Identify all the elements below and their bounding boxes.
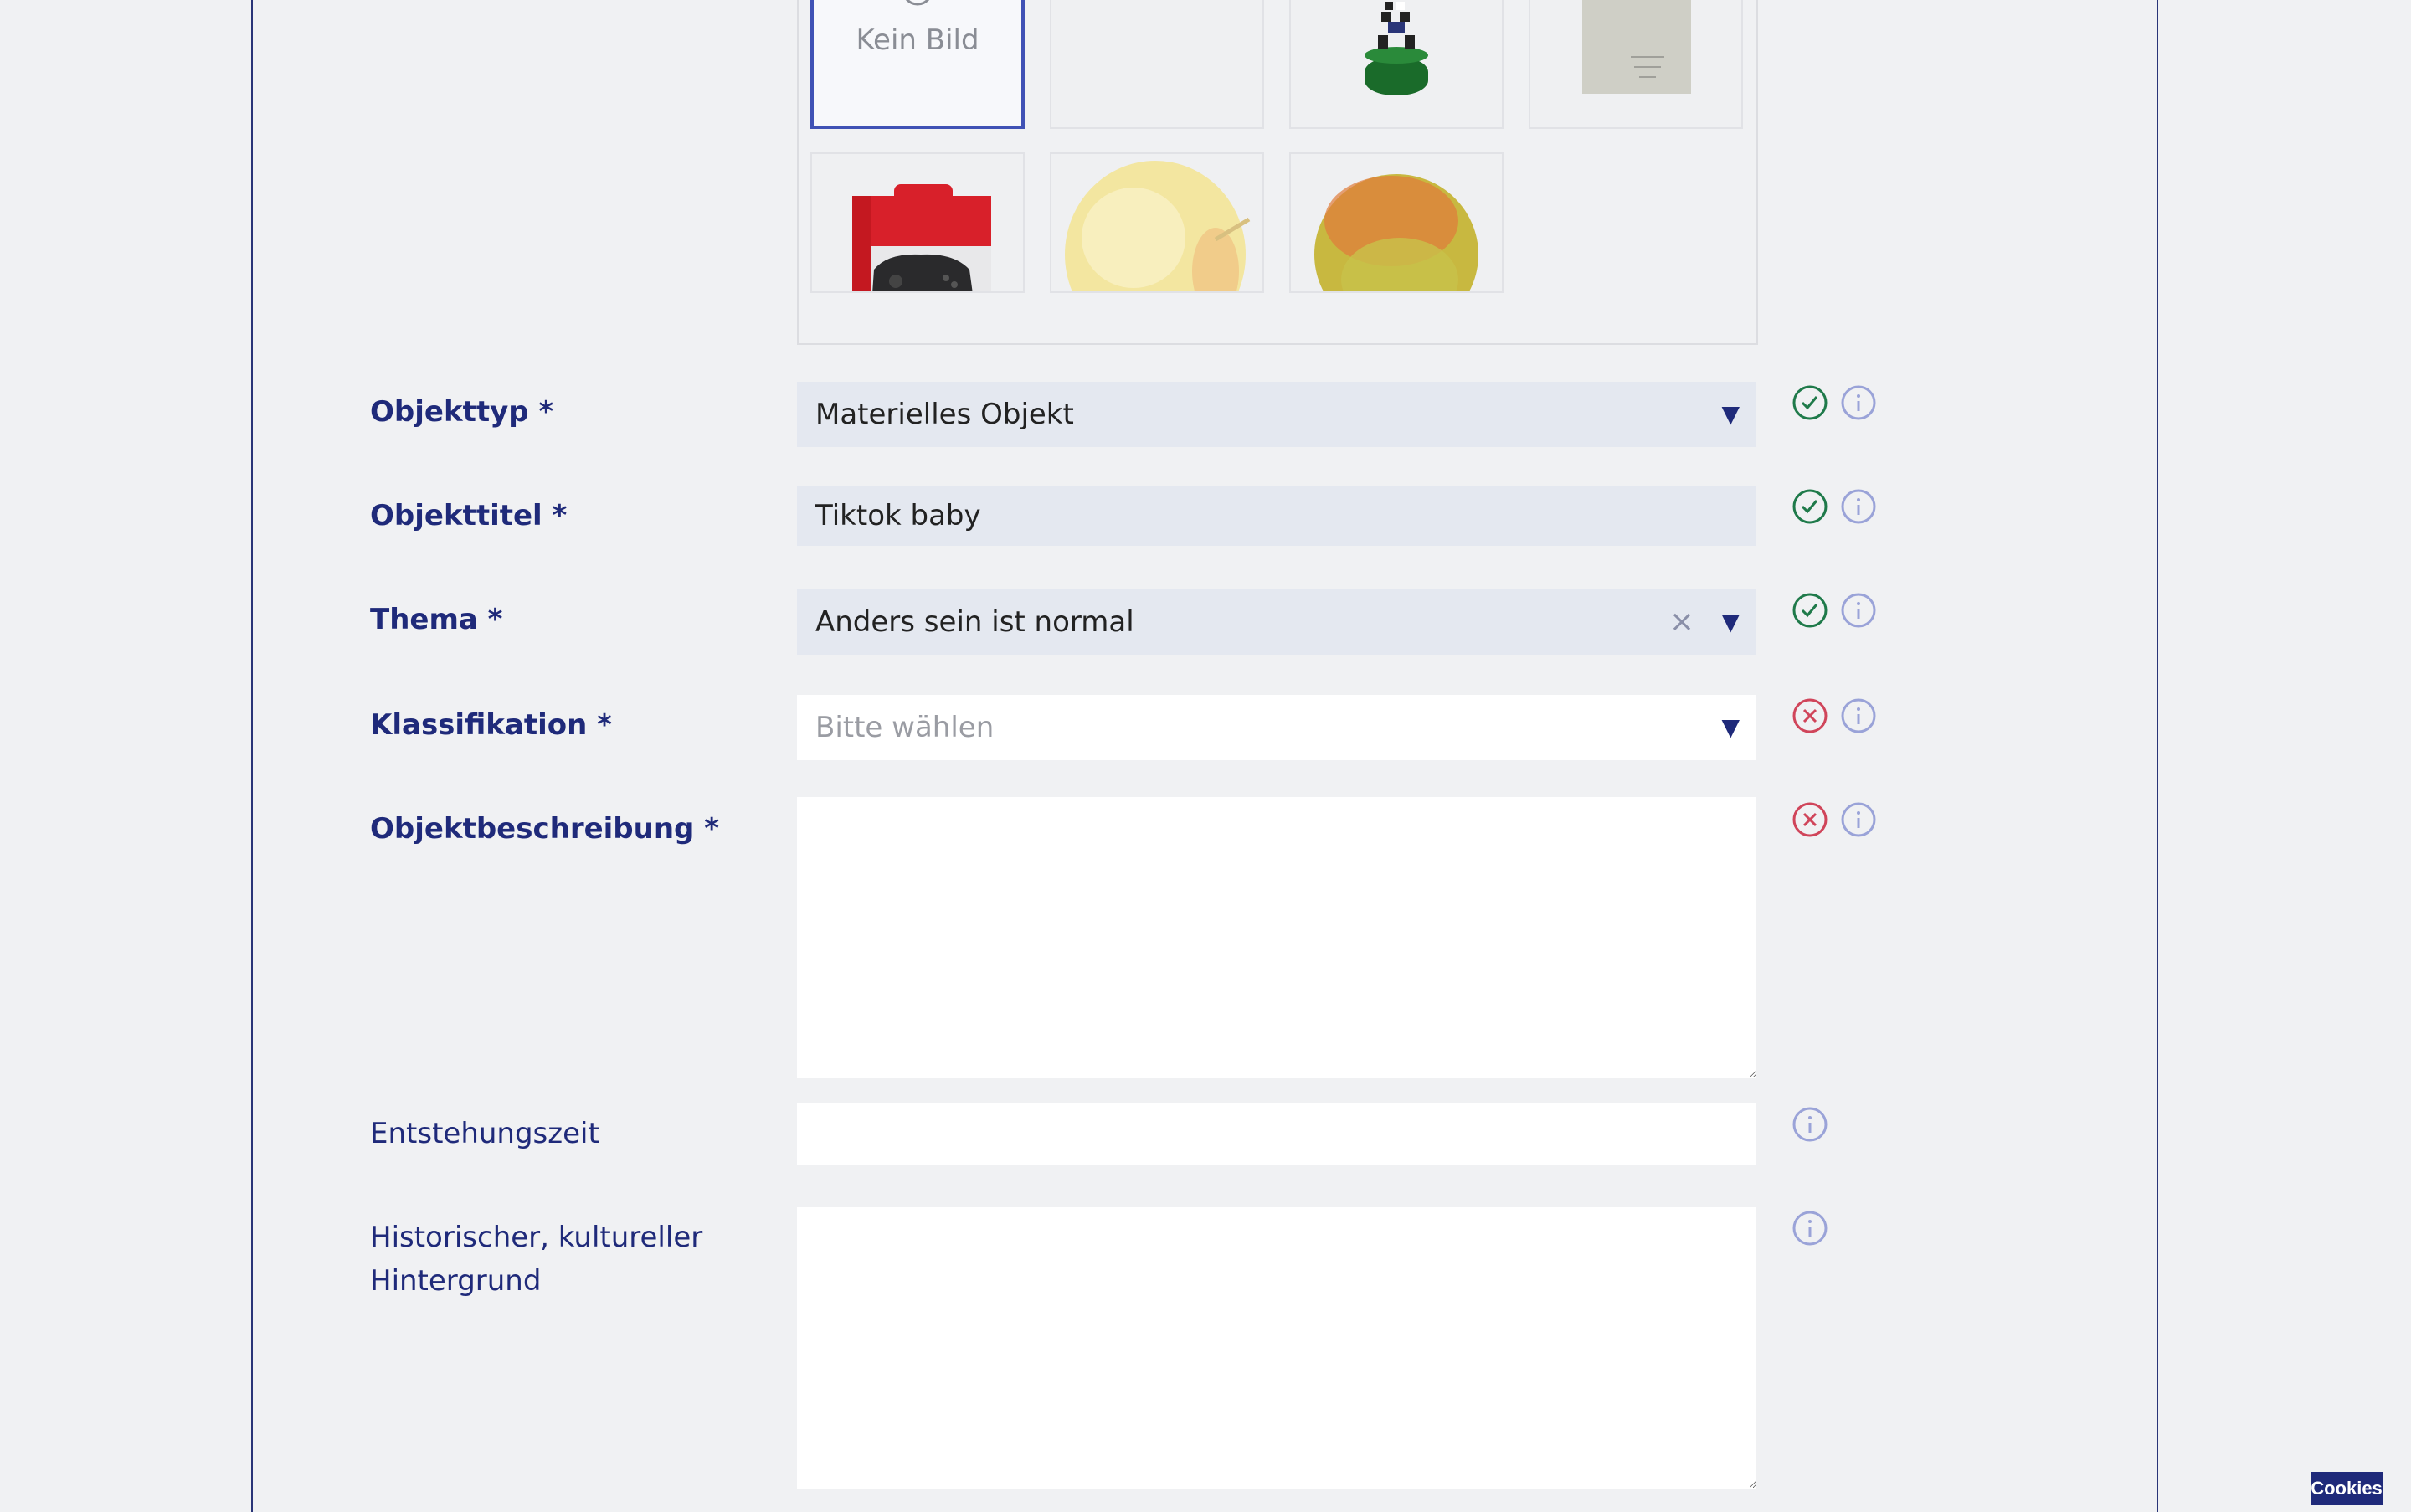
chevron-down-icon: ▼ [1721,608,1740,635]
objekttitel-input[interactable]: Tiktok baby [797,486,1756,546]
no-image-icon [905,0,930,6]
pale-apple-image [1065,161,1251,291]
tile-figurine[interactable] [1289,0,1504,129]
hintergrund-label: Historischer, kultureller Hintergrund [370,1216,702,1303]
info-circle-icon[interactable] [1792,1106,1828,1143]
tile-nintendo-controller-box[interactable] [810,152,1025,293]
check-circle-icon [1792,489,1828,524]
yellow-apple-image [1314,174,1478,291]
hintergrund-textarea[interactable] [797,1207,1756,1489]
chevron-down-icon: ▼ [1721,713,1740,741]
cookies-button[interactable]: Cookies [2311,1472,2383,1505]
klassifikation-select[interactable]: Bitte wählen ▼ [797,695,1756,760]
objekttitel-label: Objekttitel * [370,499,568,532]
objekttitel-value: Tiktok baby [815,499,981,532]
info-circle-icon[interactable] [1792,1210,1828,1247]
objekttyp-select[interactable]: Materielles Objekt ▼ [797,382,1756,447]
tile-pale-apple[interactable] [1050,152,1264,293]
chevron-down-icon: ▼ [1721,400,1740,428]
x-circle-icon [1792,802,1828,837]
thema-value: Anders sein ist normal [815,605,1134,639]
thema-select[interactable]: Anders sein ist normal × ▼ [797,589,1756,655]
tile-paper-note[interactable] [1529,0,1743,129]
clear-x-icon[interactable]: × [1669,589,1694,655]
controller-box-image [852,184,991,291]
image-picker: Kein Bild [797,0,1758,345]
objektbeschreibung-label: Objektbeschreibung * [370,812,719,846]
check-circle-icon [1792,385,1828,420]
objektbeschreibung-textarea[interactable] [797,797,1756,1078]
hintergrund-label-line2: Hintergrund [370,1264,542,1298]
info-circle-icon[interactable] [1840,488,1877,525]
check-circle-icon [1792,593,1828,628]
entstehungszeit-label: Entstehungszeit [370,1117,599,1150]
klassifikation-placeholder: Bitte wählen [815,711,995,744]
klassifikation-label: Klassifikation * [370,708,612,742]
tile-empty[interactable] [1050,0,1264,129]
tile-yellow-apple[interactable] [1289,152,1504,293]
hintergrund-label-line1: Historischer, kultureller [370,1221,703,1254]
no-image-label: Kein Bild [856,23,979,57]
thema-label: Thema * [370,603,503,636]
info-circle-icon[interactable] [1840,384,1877,421]
info-circle-icon[interactable] [1840,697,1877,734]
info-circle-icon[interactable] [1840,592,1877,629]
objekttyp-label: Objekttyp * [370,395,554,429]
paper-note-image [1582,0,1691,94]
tile-no-image[interactable]: Kein Bild [810,0,1025,129]
figurine-image [1365,2,1428,95]
objekttyp-value: Materielles Objekt [815,398,1074,431]
info-circle-icon[interactable] [1840,801,1877,838]
x-circle-icon [1792,698,1828,733]
entstehungszeit-input[interactable] [797,1103,1756,1165]
